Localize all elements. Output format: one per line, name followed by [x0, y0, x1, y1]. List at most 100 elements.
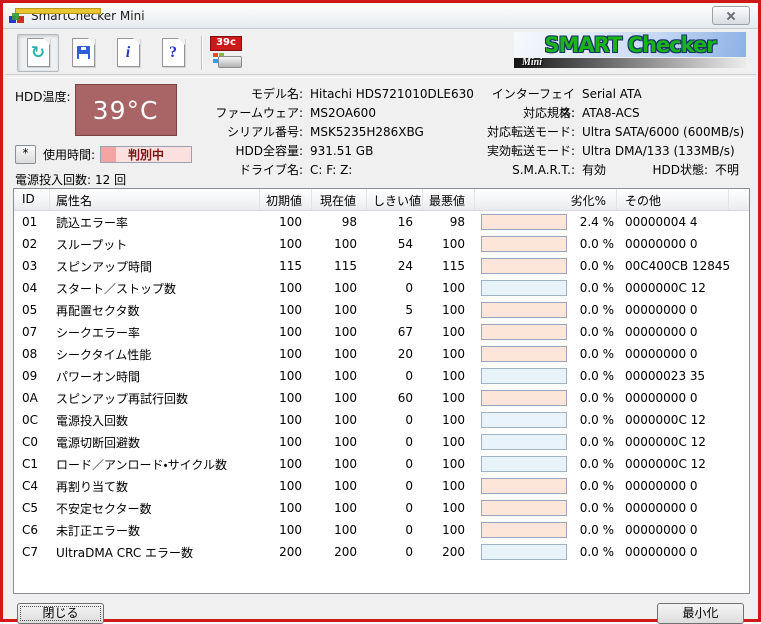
smart-value: 有効 — [582, 161, 640, 180]
cell-threshold: 0 — [367, 281, 423, 295]
col-header-current[interactable]: 現在値 — [312, 189, 367, 210]
col-header-threshold[interactable]: しきい値 — [367, 189, 423, 210]
table-row[interactable]: 02 スループット 100 100 54 100 0.0 % 00000000 … — [14, 233, 749, 255]
cell-name: スピンアップ再試行回数 — [50, 390, 260, 407]
cell-other: 00000000 0 — [617, 325, 729, 339]
save-button[interactable] — [62, 34, 104, 72]
cell-name: スループット — [50, 236, 260, 253]
cell-initial: 100 — [260, 479, 312, 493]
cell-id: 08 — [14, 347, 50, 361]
cell-other: 0000000C 12 — [617, 413, 729, 427]
asterisk-button[interactable]: * — [15, 145, 36, 164]
deterioration-value: 0.0 % — [580, 259, 617, 273]
cell-name: 電源切断回避数 — [50, 434, 260, 451]
health-bar — [481, 236, 567, 252]
table-row[interactable]: 08 シークタイム性能 100 100 20 100 0.0 % 0000000… — [14, 343, 749, 365]
cell-threshold: 0 — [367, 457, 423, 471]
cell-initial: 100 — [260, 325, 312, 339]
table-row[interactable]: C6 未訂正エラー数 100 100 0 100 0.0 % 00000000 … — [14, 519, 749, 541]
cell-name: 不安定セクター数 — [50, 500, 260, 517]
col-header-deterioration[interactable]: 劣化% — [475, 189, 617, 210]
close-icon[interactable] — [712, 6, 750, 25]
health-bar — [481, 390, 567, 406]
table-row[interactable]: C1 ロード／アンロード・サイクル数 100 100 0 100 0.0 % 0… — [14, 453, 749, 475]
cell-name: スピンアップ時間 — [50, 258, 260, 275]
health-bar — [481, 434, 567, 450]
deterioration-value: 0.0 % — [580, 237, 617, 251]
table-row[interactable]: 09 パワーオン時間 100 100 0 100 0.0 % 00000023 … — [14, 365, 749, 387]
cell-deterioration: 0.0 % — [475, 497, 617, 519]
cell-deterioration: 0.0 % — [475, 409, 617, 431]
table-row[interactable]: 01 読込エラー率 100 98 16 98 2.4 % 00000004 4 — [14, 211, 749, 233]
cell-deterioration: 0.0 % — [475, 453, 617, 475]
table-row[interactable]: C5 不安定セクター数 100 100 0 100 0.0 % 00000000… — [14, 497, 749, 519]
temp-display: 39°C — [75, 84, 177, 136]
refresh-button[interactable]: ↻ — [17, 34, 59, 72]
col-header-id[interactable]: ID — [14, 189, 50, 210]
save-icon — [72, 38, 95, 67]
cell-id: 04 — [14, 281, 50, 295]
info-field: 対応転送モード: Ultra SATA/6000 (600MB/s) — [483, 123, 752, 142]
info-field-value: 931.51 GB — [310, 142, 373, 161]
cell-deterioration: 0.0 % — [475, 475, 617, 497]
help-button[interactable]: ? — [152, 34, 194, 72]
cell-worst: 100 — [423, 303, 475, 317]
deterioration-value: 0.0 % — [580, 413, 617, 427]
info-field-value: ATA8-ACS — [582, 104, 640, 123]
col-header-other[interactable]: その他 — [617, 189, 729, 210]
cell-id: 01 — [14, 215, 50, 229]
cell-worst: 100 — [423, 237, 475, 251]
cell-threshold: 0 — [367, 479, 423, 493]
cell-deterioration: 0.0 % — [475, 365, 617, 387]
col-header-name[interactable]: 属性名 — [50, 189, 260, 210]
deterioration-value: 0.0 % — [580, 523, 617, 537]
cell-threshold: 0 — [367, 435, 423, 449]
info-field: モデル名: Hitachi HDS721010DLE630 — [211, 85, 483, 104]
cell-worst: 100 — [423, 435, 475, 449]
close-button[interactable]: 閉じる — [17, 603, 104, 624]
table-row[interactable]: 03 スピンアップ時間 115 115 24 115 0.0 % 00C400C… — [14, 255, 749, 277]
info-field-label: HDD全容量: — [211, 142, 303, 161]
health-bar — [481, 456, 567, 472]
table-row[interactable]: C4 再割り当て数 100 100 0 100 0.0 % 00000000 0 — [14, 475, 749, 497]
refresh-icon: ↻ — [27, 38, 50, 67]
cell-worst: 115 — [423, 259, 475, 273]
table-row[interactable]: C0 電源切断回避数 100 100 0 100 0.0 % 0000000C … — [14, 431, 749, 453]
cell-threshold: 5 — [367, 303, 423, 317]
temperature-tray-icon[interactable]: 39c — [210, 36, 242, 69]
cell-current: 100 — [312, 347, 367, 361]
info-button[interactable]: i — [107, 34, 149, 72]
minimize-button[interactable]: 最小化 — [657, 603, 744, 624]
deterioration-value: 0.0 % — [580, 325, 617, 339]
table-row[interactable]: 07 シークエラー率 100 100 67 100 0.0 % 00000000… — [14, 321, 749, 343]
table-row[interactable]: 04 スタート／ストップ数 100 100 0 100 0.0 % 000000… — [14, 277, 749, 299]
cell-worst: 100 — [423, 325, 475, 339]
health-bar — [481, 214, 567, 230]
cell-deterioration: 2.4 % — [475, 211, 617, 233]
table-row[interactable]: 0C 電源投入回数 100 100 0 100 0.0 % 0000000C 1… — [14, 409, 749, 431]
info-field-value: Hitachi HDS721010DLE630 — [310, 85, 474, 104]
info-field-value: Ultra SATA/6000 (600MB/s) — [582, 123, 744, 142]
col-header-initial[interactable]: 初期値 — [260, 189, 312, 210]
cell-current: 100 — [312, 523, 367, 537]
cell-initial: 100 — [260, 237, 312, 251]
power-count-label: 電源投入回数: — [15, 171, 91, 188]
cell-other: 00000000 0 — [617, 545, 729, 559]
cell-threshold: 54 — [367, 237, 423, 251]
info-field-label: ドライブ名: — [211, 161, 303, 180]
cell-threshold: 24 — [367, 259, 423, 273]
info-field-label: インターフェイス: — [483, 85, 575, 104]
cell-name: ロード／アンロード・サイクル数 — [50, 456, 260, 473]
info-field: ファームウェア: MS2OA600 — [211, 104, 483, 123]
col-header-blank[interactable] — [729, 189, 749, 210]
cell-worst: 100 — [423, 369, 475, 383]
table-row[interactable]: 0A スピンアップ再試行回数 100 100 60 100 0.0 % 0000… — [14, 387, 749, 409]
table-row[interactable]: C7 UltraDMA CRC エラー数 200 200 0 200 0.0 %… — [14, 541, 749, 563]
cell-deterioration: 0.0 % — [475, 233, 617, 255]
cell-id: C5 — [14, 501, 50, 515]
cell-name: スタート／ストップ数 — [50, 280, 260, 297]
col-header-worst[interactable]: 最悪値 — [423, 189, 475, 210]
cell-name: UltraDMA CRC エラー数 — [50, 544, 260, 561]
table-row[interactable]: 05 再配置セクタ数 100 100 5 100 0.0 % 00000000 … — [14, 299, 749, 321]
deterioration-value: 0.0 % — [580, 479, 617, 493]
